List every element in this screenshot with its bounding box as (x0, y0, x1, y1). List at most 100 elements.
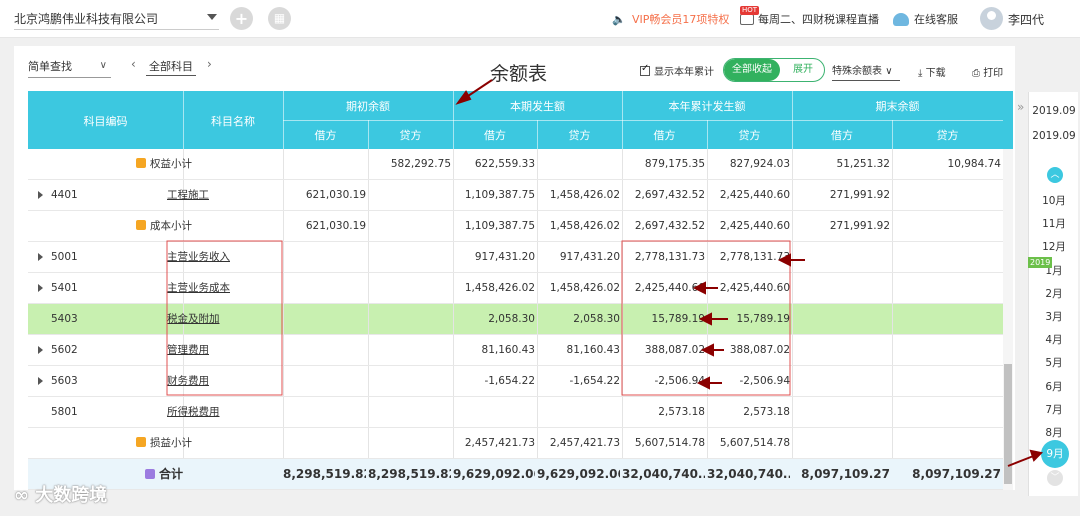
amount-cell: 15,789.19 (651, 313, 705, 325)
next-icon[interactable]: › (207, 57, 212, 71)
chevron-up-icon[interactable]: ︿ (1047, 167, 1063, 183)
table-body: 权益小计 582,292.75 622,559.33 879,175.35 827,92… (28, 149, 1013, 490)
special-balance-select[interactable]: 特殊余额表 ∨ (832, 62, 900, 81)
month-item[interactable]: 8月 (1030, 425, 1078, 440)
amount-cell (368, 397, 451, 427)
amount-cell: -2,506.94 (654, 375, 705, 387)
table-row[interactable]: 5401 主营业务成本 1,458,426.02 1,458,426.02 2,425,… (28, 273, 1013, 304)
amount-cell (368, 242, 451, 272)
amount-cell (792, 397, 890, 427)
subtotal-icon (136, 220, 146, 230)
expand-row-icon[interactable] (38, 346, 43, 354)
expand-row-icon[interactable] (38, 377, 43, 385)
amount-cell: 917,431.20 (474, 251, 535, 263)
account-name-link[interactable]: 主营业务收入 (167, 242, 230, 272)
month-item[interactable]: 4月 (1030, 332, 1078, 347)
selected-month[interactable]: 9月 (1041, 440, 1069, 468)
amount-cell (892, 366, 1001, 396)
company-selector[interactable]: 北京鸿鹏伟业科技有限公司 (14, 10, 219, 30)
watermark-logo: ∞ 大数跨境 (14, 485, 108, 506)
account-code: 5602 (51, 344, 78, 356)
username[interactable]: 李四代 (1008, 11, 1044, 28)
add-icon[interactable]: + (230, 7, 253, 30)
col-credit: 贷方 (738, 129, 761, 142)
avatar[interactable] (980, 7, 1003, 30)
month-item[interactable]: 3月 (1030, 309, 1078, 324)
quick-search-select[interactable]: 简单查找 ∨ (28, 58, 111, 78)
month-item[interactable]: 10月 (1030, 193, 1078, 208)
amount-cell (892, 335, 1001, 365)
scrollbar-thumb[interactable] (1004, 364, 1012, 484)
table-row[interactable]: 5603 财务费用 -1,654.22 -1,654.22 -2,506.94 -2,50… (28, 366, 1013, 397)
show-year-checkbox[interactable]: 显示本年累计 (640, 63, 714, 78)
prev-icon[interactable]: ‹ (131, 57, 136, 71)
month-item[interactable]: 6月 (1030, 379, 1078, 394)
special-label: 特殊余额表 (832, 66, 882, 77)
table-row[interactable]: 5001 主营业务收入 917,431.20 917,431.20 2,778,131.… (28, 242, 1013, 273)
table-row[interactable]: 4401 工程施工 621,030.19 1,109,387.75 1,458,426.… (28, 180, 1013, 211)
table-row[interactable]: 损益小计 2,457,421.73 2,457,421.73 5,607,514.78… (28, 428, 1013, 459)
col-credit: 贷方 (399, 129, 422, 142)
account-name-link[interactable]: 管理费用 (167, 335, 209, 365)
table-row[interactable]: 5602 管理费用 81,160.43 81,160.43 388,087.02 388,… (28, 335, 1013, 366)
subtotal-label: 损益小计 (150, 437, 192, 449)
chevron-down-icon (207, 14, 217, 20)
collapse-toggle[interactable]: 全部收起 展开 (723, 58, 825, 82)
account-name-link[interactable]: 税金及附加 (167, 304, 220, 334)
grid-icon[interactable]: ▦ (268, 7, 291, 30)
printer-icon: ⎙ (972, 68, 980, 79)
table-row[interactable]: 5403 税金及附加 2,058.30 2,058.30 15,789.19 15,789… (28, 304, 1013, 335)
table-row[interactable]: 5801 所得税费用 2,573.18 2,573.18 (28, 397, 1013, 428)
month-item[interactable]: 11月 (1030, 216, 1078, 231)
live-label: 每周二、四财税课程直播 (758, 13, 879, 26)
expand-button[interactable]: 展开 (782, 59, 824, 81)
account-name-link[interactable]: 主营业务成本 (167, 273, 230, 303)
video-icon (740, 14, 754, 25)
expand-row-icon[interactable] (38, 191, 43, 199)
period-end[interactable]: 2019.09 (1030, 130, 1078, 142)
total-amount-cell: 9,629,092.06 (453, 467, 535, 481)
amount-cell (892, 428, 1001, 458)
account-name-link[interactable]: 所得税费用 (167, 397, 220, 427)
company-name: 北京鸿鹏伟业科技有限公司 (14, 12, 159, 26)
subtotal-label: 权益小计 (150, 158, 192, 170)
vip-link[interactable]: 🔈 VIP畅会员17项特权 (612, 11, 729, 27)
period-start[interactable]: 2019.09 (1030, 105, 1078, 117)
month-item[interactable]: 12月 (1030, 239, 1078, 254)
month-item[interactable]: 5月 (1030, 355, 1078, 370)
amount-cell (892, 273, 1001, 303)
amount-cell: 388,087.02 (729, 344, 790, 356)
live-course-link[interactable]: HOT 每周二、四财税课程直播 (740, 6, 879, 27)
download-label: 下载 (925, 68, 946, 79)
show-year-label: 显示本年累计 (654, 67, 714, 78)
amount-cell: 1,458,426.02 (549, 282, 620, 294)
toolbar: 简单查找 ∨ ‹ 全部科目 › 余额表 显示本年累计 全部收起 展开 特殊余额表… (14, 46, 1015, 91)
print-button[interactable]: ⎙ 打印 (972, 64, 1003, 79)
amount-cell (283, 273, 366, 303)
total-amount-cell: 8,298,519.82 (368, 467, 451, 481)
col-group-period: 本期发生额 (510, 100, 565, 113)
account-name-link[interactable]: 工程施工 (167, 180, 209, 210)
amount-cell (283, 242, 366, 272)
header-divider (283, 91, 284, 149)
online-service-link[interactable]: 在线客服 (893, 11, 958, 27)
table-row[interactable]: 成本小计 621,030.19 1,109,387.75 1,458,426.02 2,… (28, 211, 1013, 242)
month-item[interactable]: 2月 (1030, 286, 1078, 301)
account-code: 5801 (51, 406, 78, 418)
print-label: 打印 (983, 68, 1004, 79)
expand-row-icon[interactable] (38, 284, 43, 292)
chevron-down-icon[interactable]: ﹀ (1047, 470, 1063, 486)
all-subjects-button[interactable]: 全部科目 (146, 58, 196, 76)
vertical-scrollbar[interactable] (1003, 149, 1013, 490)
amount-cell: 2,058.30 (488, 313, 535, 325)
collapse-all-button[interactable]: 全部收起 (724, 59, 780, 81)
table-row[interactable]: 权益小计 582,292.75 622,559.33 879,175.35 827,92… (28, 149, 1013, 180)
total-amount-cell: 8,298,519.82 (283, 467, 366, 481)
month-item[interactable]: 7月 (1030, 402, 1078, 417)
quick-search-label: 简单查找 (28, 60, 72, 73)
account-name-link[interactable]: 财务费用 (167, 366, 209, 396)
amount-cell (368, 180, 451, 210)
expand-row-icon[interactable] (38, 253, 43, 261)
download-button[interactable]: ⤓ 下载 (918, 64, 946, 79)
collapse-sidebar-icon[interactable]: » (1017, 100, 1024, 114)
